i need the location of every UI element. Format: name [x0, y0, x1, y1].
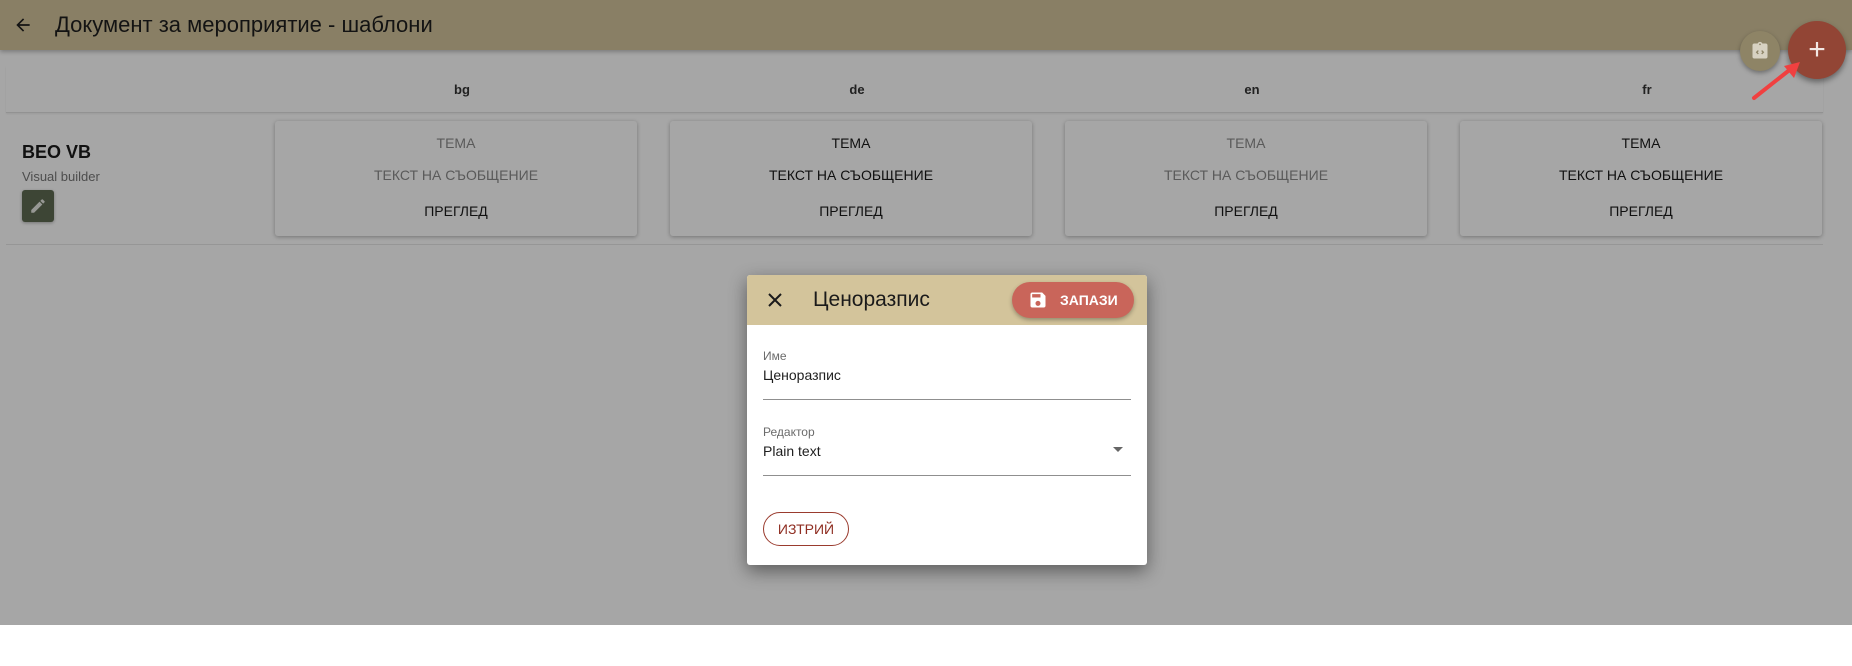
save-button-label: ЗАПАЗИ [1060, 292, 1118, 308]
floppy-disk-icon [1028, 290, 1048, 310]
name-field[interactable]: Име Ценоразпис [763, 349, 1131, 400]
plus-icon: + [1808, 33, 1826, 66]
dialog-header: Ценоразпис ЗАПАЗИ [747, 275, 1147, 325]
editor-select-value[interactable]: Plain text [763, 443, 1131, 459]
edit-template-dialog: Ценоразпис ЗАПАЗИ Име Ценоразпис Редакто… [747, 275, 1147, 565]
name-field-underline [763, 399, 1131, 400]
close-icon[interactable] [765, 290, 785, 310]
dialog-title: Ценоразпис [813, 288, 930, 311]
delete-button[interactable]: ИЗТРИЙ [763, 512, 849, 546]
editor-select[interactable]: Редактор Plain text [763, 425, 1131, 476]
name-field-label: Име [763, 349, 787, 363]
chevron-down-icon[interactable] [1113, 447, 1123, 452]
editor-select-label: Редактор [763, 425, 815, 439]
name-field-value[interactable]: Ценоразпис [763, 367, 1131, 383]
annotation-arrow-icon [1752, 62, 1800, 100]
save-button[interactable]: ЗАПАЗИ [1012, 282, 1134, 318]
editor-select-underline [763, 475, 1131, 476]
